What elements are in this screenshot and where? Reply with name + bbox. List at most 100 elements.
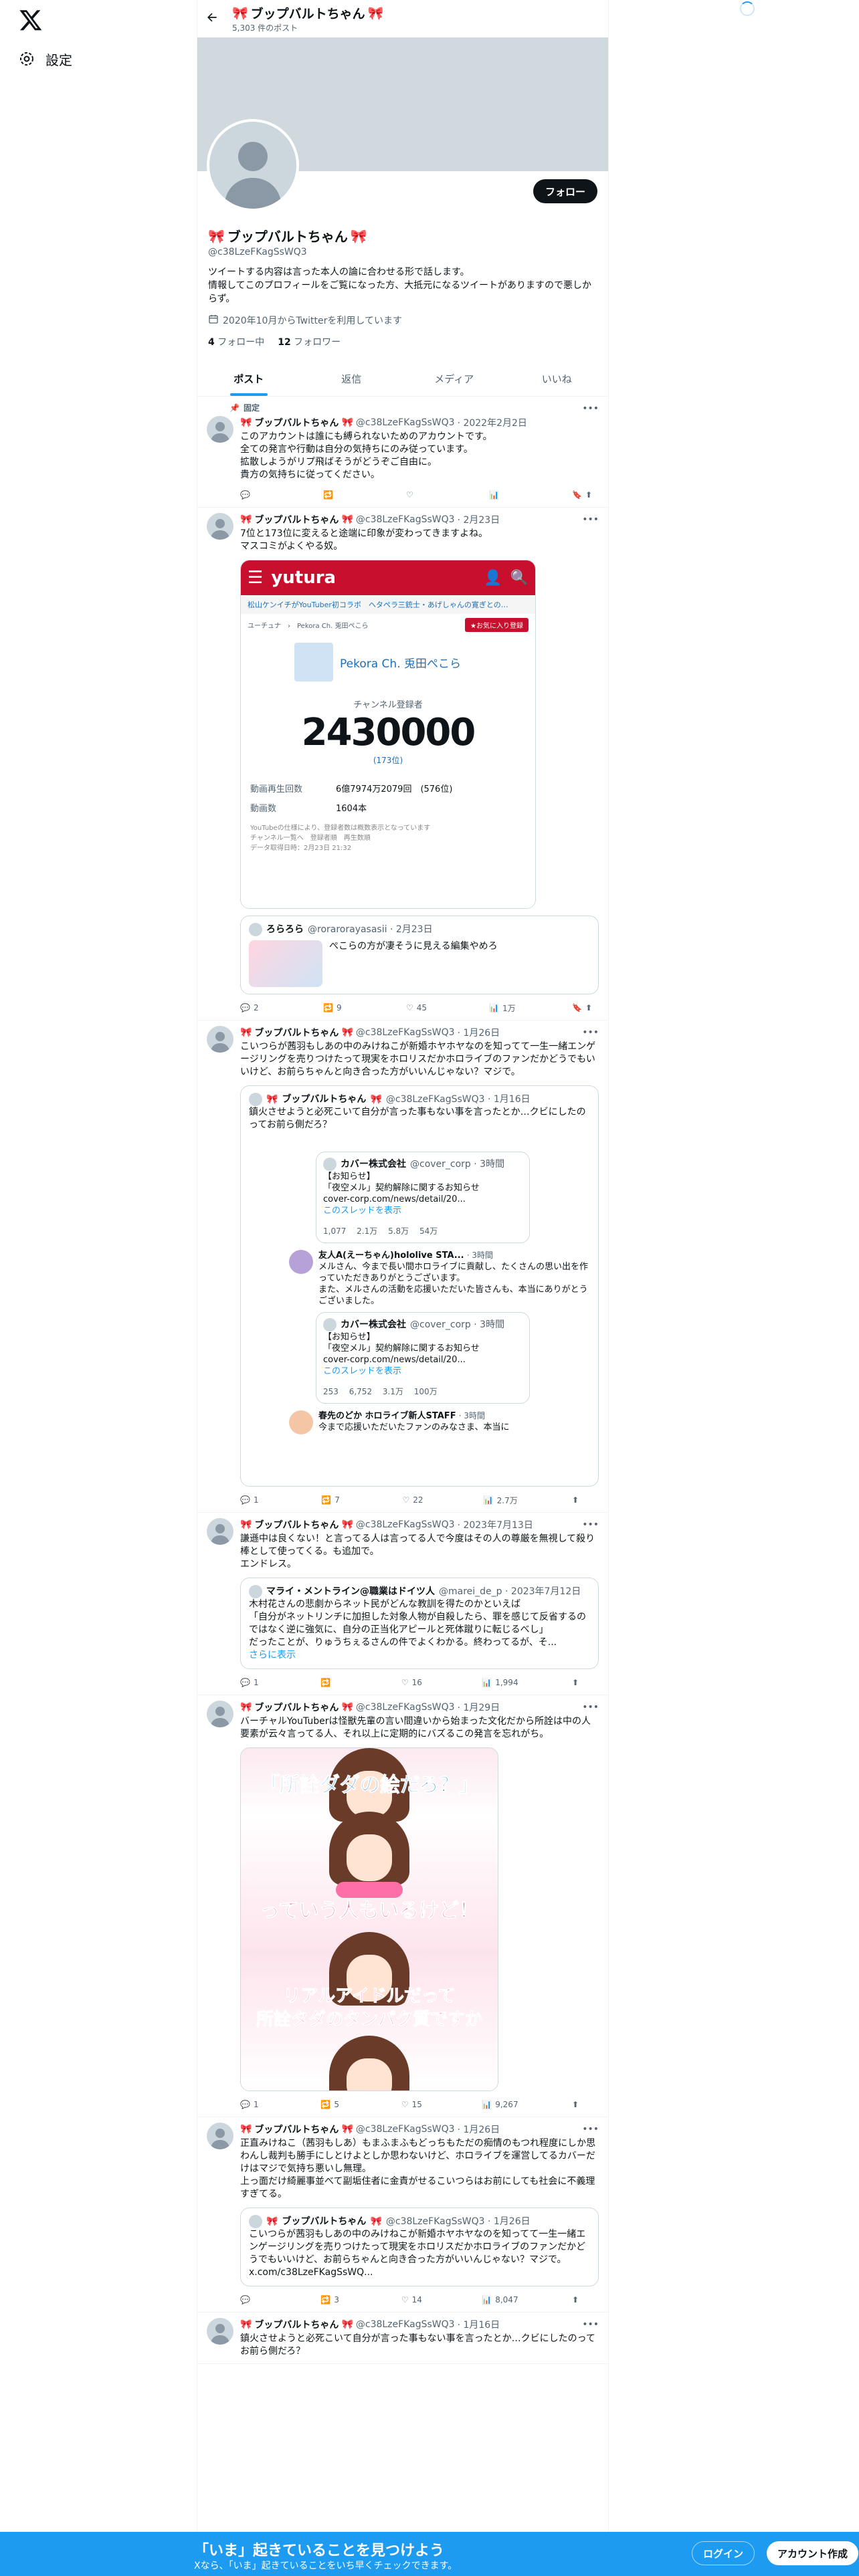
avatar[interactable] (207, 2318, 233, 2345)
share-button[interactable]: ⬆ (572, 1678, 599, 1687)
login-button[interactable]: ログイン (692, 2541, 755, 2565)
profile-avatar[interactable] (207, 119, 299, 211)
tweet[interactable]: ••• 🎀 ブップバルトちゃん 🎀 @c38LzeFKagSsWQ3 · 2月23日 7… (197, 508, 608, 1021)
calendar-icon (208, 314, 219, 327)
user-icon: 👤 (484, 569, 502, 586)
share-button[interactable]: ⬆ (572, 2295, 599, 2304)
tweet-text: このアカウントは誰にも縛られないためのアカウントです。 全ての発言や行動は自分の… (240, 431, 492, 480)
avatar (249, 923, 262, 936)
retweet-button[interactable]: 🔁 5 (320, 2100, 347, 2109)
tweet-text: 鎮火させようと必死こいて自分が言った事もない事を言ったとか…クビにしたのってお前… (240, 2333, 595, 2357)
reply-button[interactable]: 💬 1 (240, 1678, 267, 1687)
tweet-text: 謙遜中は良くない！と言ってる人は言ってる人で今度はその人の尊厳を無視して殺り棒と… (240, 1533, 595, 1570)
views-button[interactable]: 📊 2.7万 (484, 1495, 518, 1506)
like-button[interactable]: ♡ 22 (402, 1495, 429, 1505)
tweet[interactable]: ••• 🎀 ブップバルトちゃん 🎀 @c38LzeFKagSsWQ3 · 1月29日 バ… (197, 1695, 608, 2117)
settings-label: 設定 (45, 51, 72, 68)
avatar[interactable] (207, 416, 233, 443)
more-icon[interactable]: ••• (582, 1027, 599, 1038)
views-button[interactable]: 📊 8,047 (482, 2295, 518, 2304)
more-icon[interactable]: ••• (582, 1519, 599, 1530)
tweet-image[interactable]: 「所詮ダダの絵だろ？」 っていう人もいるけど！ リアルアイドルだって 所詮タダの… (240, 1747, 498, 2091)
more-icon[interactable]: ••• (582, 1702, 599, 1713)
avatar[interactable] (207, 513, 233, 540)
views-button[interactable]: 📊 9,267 (482, 2100, 518, 2109)
profile-column: 🎀 ブップバルトちゃん 🎀 5,303 件のポスト フォロー 🎀 ブップバルトちゃん 🎀… (197, 0, 609, 2576)
reply-button[interactable]: 💬 1 (240, 2100, 267, 2109)
avatar[interactable] (207, 1701, 233, 1727)
more-icon[interactable]: ••• (582, 2319, 599, 2330)
avatar[interactable] (207, 2123, 233, 2149)
avatar[interactable] (207, 1026, 233, 1053)
like-button[interactable]: ♡ 16 (401, 1678, 428, 1687)
views-button[interactable]: 📊 (489, 490, 516, 500)
tweet-handle[interactable]: @c38LzeFKagSsWQ3 (356, 514, 455, 525)
reply-button[interactable]: 💬 (240, 490, 267, 500)
menu-icon: ☰ (248, 568, 264, 588)
more-icon[interactable]: ••• (582, 514, 599, 525)
tweet-actions: 💬 2 🔁 9 ♡ 45 📊 1万 🔖 ⬆ (240, 1001, 599, 1014)
ribbon-icon: 🎀 (367, 6, 384, 21)
tweet-text: 7位と173位に変えると途端に印象が変わってきますよね。 マスコミがよくやる奴。 (240, 528, 488, 552)
bookmark-button[interactable]: 🔖 ⬆ (572, 490, 599, 500)
retweet-button[interactable]: 🔁 7 (321, 1495, 348, 1505)
retweet-button[interactable]: 🔁 (323, 490, 350, 500)
tab-media[interactable]: メディア (403, 362, 506, 396)
like-button[interactable]: ♡ 14 (401, 2295, 428, 2304)
reply-button[interactable]: 💬 (240, 2295, 267, 2304)
tweet-author[interactable]: ブップバルトちゃん (254, 513, 339, 526)
tweet-handle[interactable]: @c38LzeFKagSsWQ3 (356, 417, 455, 428)
following-link[interactable]: 4 フォロー中 (208, 335, 264, 348)
like-button[interactable]: ♡ 45 (406, 1003, 433, 1012)
tweet-text: 正直みけねこ（茜羽もしあ）もまふまふもどっちもただの痴情のもつれ程度にしか思わん… (240, 2138, 596, 2199)
follow-button[interactable]: フォロー (533, 179, 597, 203)
views-button[interactable]: 📊 1,994 (482, 1678, 518, 1687)
retweet-button[interactable]: 🔁 9 (323, 1003, 350, 1012)
tweet[interactable]: ••• 🎀 ブップバルトちゃん 🎀 @c38LzeFKagSsWQ3 · 1月26日 正… (197, 2117, 608, 2313)
follow-stats: 4 フォロー中 12 フォロワー (208, 335, 597, 348)
nested-reply: 友人A(えーちゃん)hololive STA... · 3時間 メルさん、今まで長… (289, 1250, 590, 1307)
tweet[interactable]: 📌 固定 ••• 🎀 ブップバルトちゃん 🎀 @c38LzeFKagSsWQ3 · 202… (197, 397, 608, 508)
settings-link[interactable]: 設定 (19, 47, 72, 71)
share-button[interactable]: ⬆ (572, 2100, 599, 2109)
avatar[interactable] (207, 1518, 233, 1545)
views-button[interactable]: 📊 1万 (489, 1002, 516, 1014)
reply-icon: 💬 (240, 490, 250, 500)
show-more-link[interactable]: さらに表示 (249, 1649, 590, 1662)
reply-button[interactable]: 💬 1 (240, 1495, 267, 1505)
tab-likes[interactable]: いいね (506, 362, 609, 396)
ribbon-icon: 🎀 (232, 6, 248, 21)
nested-tweet: カバー株式会社 @cover_corp · 3時間 【お知らせ】 「夜空メル」契約… (316, 1152, 530, 1243)
quote-tweet[interactable]: 🎀 ブップバルトちゃん 🎀 @c38LzeFKagSsWQ3 · 1月16日 鎮火させ… (240, 1085, 599, 1487)
signup-button[interactable]: アカウント作成 (767, 2541, 859, 2565)
tweet-actions: 💬 🔁 3 ♡ 14 📊 8,047 ⬆ (240, 2293, 599, 2306)
tweet[interactable]: ••• 🎀 ブップバルトちゃん 🎀 @c38LzeFKagSsWQ3 · 2023年7月… (197, 1513, 608, 1695)
tab-posts[interactable]: ポスト (197, 362, 300, 396)
search-icon: 🔍 (510, 569, 529, 586)
followers-link[interactable]: 12 フォロワー (278, 335, 341, 348)
retweet-button[interactable]: 🔁 (320, 1678, 347, 1687)
quote-tweet[interactable]: マライ・メントライン@職業はドイツ人 @marei_de_p · 2023年7月1… (240, 1578, 599, 1669)
tweet-author[interactable]: ブップバルトちゃん (254, 416, 339, 429)
tweet[interactable]: ••• 🎀 ブップバルトちゃん 🎀 @c38LzeFKagSsWQ3 · 1月16日 鎮… (197, 2313, 608, 2364)
like-button[interactable]: ♡ 15 (401, 2100, 428, 2109)
pinned-indicator: 📌 固定 (229, 403, 260, 413)
tab-replies[interactable]: 返信 (300, 362, 403, 396)
back-arrow-icon[interactable] (205, 11, 219, 27)
more-icon[interactable]: ••• (582, 2124, 599, 2135)
more-icon[interactable]: ••• (582, 403, 599, 414)
quote-tweet[interactable]: ろらろら @rorarorayasasii · 2月23日 ぺこらの方が凄そうに見… (240, 916, 599, 994)
reply-button[interactable]: 💬 2 (240, 1003, 267, 1012)
share-button[interactable]: ⬆ (572, 1495, 599, 1505)
like-button[interactable]: ♡ (406, 490, 433, 500)
x-logo-icon[interactable] (19, 8, 45, 35)
retweet-button[interactable]: 🔁 3 (320, 2295, 347, 2304)
tweet-image[interactable]: ☰ yutura 👤 🔍 松山ケンイチがYouTuber初コラボ ヘタペラ三銃士… (240, 560, 536, 909)
bookmark-button[interactable]: 🔖 ⬆ (572, 1003, 599, 1012)
tweet-date[interactable]: · 2月23日 (458, 513, 500, 526)
tweet-date[interactable]: · 2022年2月2日 (458, 416, 527, 429)
tweet[interactable]: ••• 🎀 ブップバルトちゃん 🎀 @c38LzeFKagSsWQ3 · 1月26日 こ… (197, 1021, 608, 1513)
profile-name: 🎀 ブップバルトちゃん 🎀 (208, 227, 367, 245)
yutura-header: ☰ yutura 👤 🔍 (241, 560, 535, 595)
quote-tweet[interactable]: 🎀 ブップバルトちゃん 🎀 @c38LzeFKagSsWQ3 · 1月26日 こいつら… (240, 2208, 599, 2286)
